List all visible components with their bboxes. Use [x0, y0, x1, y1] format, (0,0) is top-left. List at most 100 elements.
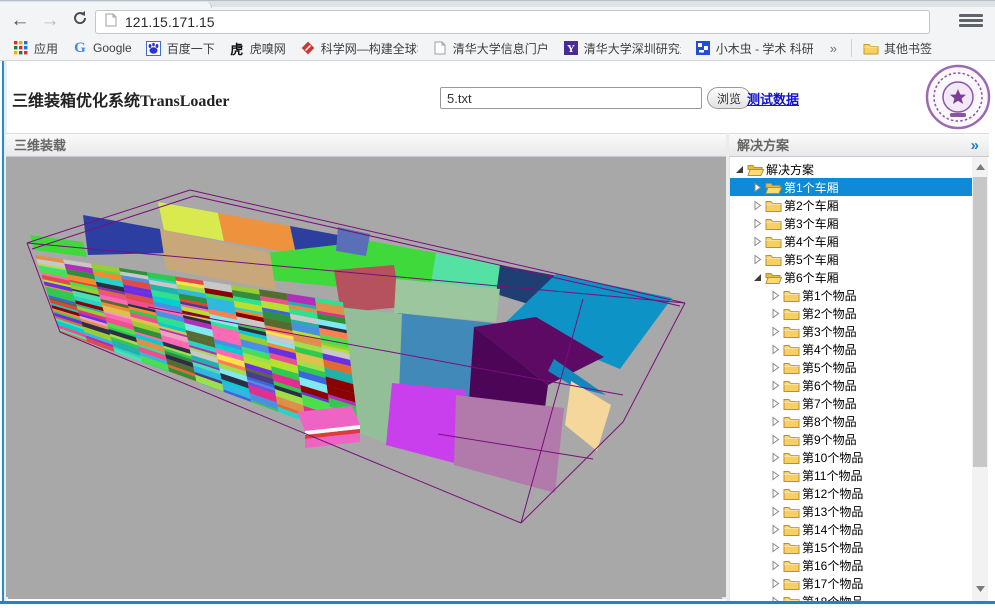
- 3d-viewport[interactable]: [6, 157, 726, 599]
- right-panel-header: 解决方案 »: [729, 133, 989, 157]
- bookmark-2[interactable]: 百度一下: [146, 40, 215, 57]
- tree-scrollbar[interactable]: [972, 157, 988, 601]
- page-title: 三维装箱优化系统TransLoader: [12, 87, 230, 111]
- expand-node-icon[interactable]: [770, 524, 783, 535]
- scroll-up-arrow-icon[interactable]: [972, 159, 988, 175]
- folder-open-icon: [765, 271, 783, 284]
- tree-node-root[interactable]: 解决方案: [730, 160, 972, 178]
- tiger-icon: 虎: [229, 40, 245, 56]
- expand-node-icon[interactable]: [770, 290, 783, 301]
- tree-node-item-15[interactable]: 第15个物品: [730, 538, 972, 556]
- expand-node-icon[interactable]: [770, 506, 783, 517]
- browser-chrome: ← → 121.15.171.15 应用 GGoogle 百度一下虎虎嗅网科学网—构…: [0, 0, 995, 61]
- expand-node-icon[interactable]: [770, 308, 783, 319]
- left-panel-title: 三维装载: [14, 138, 66, 153]
- bookmark-6[interactable]: Y清华大学深圳研究生院: [563, 40, 681, 57]
- folder-closed-icon: [783, 487, 801, 500]
- refresh-button[interactable]: [66, 8, 94, 34]
- apps-shortcut[interactable]: 应用: [13, 40, 58, 57]
- forward-button[interactable]: →: [36, 8, 64, 34]
- menu-button[interactable]: [959, 12, 983, 32]
- left-panel-header: 三维装载: [6, 133, 726, 157]
- page-favicon: [105, 13, 117, 32]
- scrollbar-thumb[interactable]: [973, 177, 987, 467]
- folder-closed-icon: [783, 433, 801, 446]
- bookmarks-overflow-chevron[interactable]: »: [830, 41, 837, 56]
- expand-node-icon[interactable]: [752, 200, 765, 211]
- expand-node-icon[interactable]: [752, 182, 765, 193]
- bookmark-3[interactable]: 虎虎嗅网: [229, 40, 286, 57]
- tree-node-carriage-6[interactable]: 第6个车厢: [730, 268, 972, 286]
- folder-closed-icon: [783, 415, 801, 428]
- folder-closed-icon: [783, 577, 801, 590]
- tsinghua-logo-icon: [924, 63, 992, 131]
- page-content: 三维装箱优化系统TransLoader 浏览 测试数据 三维装载 解决方案 » …: [0, 61, 995, 608]
- expand-node-icon[interactable]: [770, 452, 783, 463]
- collapse-node-icon[interactable]: [752, 272, 765, 283]
- tree-node-carriage-2[interactable]: 第2个车厢: [730, 196, 972, 214]
- tree-node-item-13[interactable]: 第13个物品: [730, 502, 972, 520]
- other-bookmarks[interactable]: 其他书签: [863, 40, 932, 57]
- back-button[interactable]: ←: [6, 8, 34, 34]
- collapse-node-icon[interactable]: [734, 164, 747, 175]
- folder-closed-icon: [783, 289, 801, 302]
- expand-node-icon[interactable]: [770, 488, 783, 499]
- tree-node-item-2[interactable]: 第2个物品: [730, 304, 972, 322]
- expand-node-icon[interactable]: [770, 344, 783, 355]
- folder-closed-icon: [783, 559, 801, 572]
- expand-node-icon[interactable]: [770, 578, 783, 589]
- xmc-icon: [695, 40, 711, 56]
- folder-closed-icon: [783, 325, 801, 338]
- bookmarks-separator: [851, 39, 852, 57]
- tree-node-item-11[interactable]: 第11个物品: [730, 466, 972, 484]
- file-input[interactable]: [440, 87, 702, 109]
- tree-node-carriage-5[interactable]: 第5个车厢: [730, 250, 972, 268]
- folder-closed-icon: [783, 541, 801, 554]
- expand-node-icon[interactable]: [752, 254, 765, 265]
- collapse-panel-icon[interactable]: »: [971, 134, 979, 157]
- address-bar[interactable]: 121.15.171.15: [95, 10, 930, 34]
- bookmark-1[interactable]: GGoogle: [72, 40, 132, 56]
- refresh-icon: [72, 10, 88, 26]
- tree-node-item-16[interactable]: 第16个物品: [730, 556, 972, 574]
- right-panel-title: 解决方案: [737, 138, 789, 153]
- expand-node-icon[interactable]: [770, 362, 783, 373]
- tree-node-item-12[interactable]: 第12个物品: [730, 484, 972, 502]
- expand-node-icon[interactable]: [770, 416, 783, 427]
- tree-node-item-8[interactable]: 第8个物品: [730, 412, 972, 430]
- folder-closed-icon: [783, 361, 801, 374]
- test-data-link[interactable]: 测试数据: [747, 89, 799, 108]
- expand-node-icon[interactable]: [770, 470, 783, 481]
- expand-node-icon[interactable]: [770, 380, 783, 391]
- tree-node-item-6[interactable]: 第6个物品: [730, 376, 972, 394]
- tree-node-item-4[interactable]: 第4个物品: [730, 340, 972, 358]
- folder-closed-icon: [783, 469, 801, 482]
- tree-node-carriage-1[interactable]: 第1个车厢: [730, 178, 972, 196]
- bookmark-7[interactable]: 小木虫 - 学术 科研 第: [695, 40, 813, 57]
- tree-node-item-14[interactable]: 第14个物品: [730, 520, 972, 538]
- expand-node-icon[interactable]: [770, 326, 783, 337]
- folder-open-icon: [747, 163, 765, 176]
- tree-node-item-18[interactable]: 第18个物品: [730, 592, 972, 601]
- scroll-down-arrow-icon[interactable]: [972, 581, 988, 597]
- expand-node-icon[interactable]: [770, 434, 783, 445]
- tree-node-item-9[interactable]: 第9个物品: [730, 430, 972, 448]
- expand-node-icon[interactable]: [752, 218, 765, 229]
- tree-node-item-3[interactable]: 第3个物品: [730, 322, 972, 340]
- expand-node-icon[interactable]: [770, 542, 783, 553]
- expand-node-icon[interactable]: [752, 236, 765, 247]
- tree-node-item-7[interactable]: 第7个物品: [730, 394, 972, 412]
- tree-node-carriage-4[interactable]: 第4个车厢: [730, 232, 972, 250]
- browse-button[interactable]: 浏览: [707, 87, 751, 109]
- tree-node-item-1[interactable]: 第1个物品: [730, 286, 972, 304]
- bookmark-5[interactable]: 清华大学信息门户: [432, 40, 549, 57]
- 3d-scene: [8, 157, 722, 599]
- tree-node-item-17[interactable]: 第17个物品: [730, 574, 972, 592]
- expand-node-icon[interactable]: [770, 398, 783, 409]
- bookmark-4[interactable]: 科学网—构建全球华: [300, 40, 418, 57]
- tree-node-item-5[interactable]: 第5个物品: [730, 358, 972, 376]
- tree-node-item-10[interactable]: 第10个物品: [730, 448, 972, 466]
- expand-node-icon[interactable]: [770, 560, 783, 571]
- kexue-icon: [300, 40, 316, 56]
- tree-node-carriage-3[interactable]: 第3个车厢: [730, 214, 972, 232]
